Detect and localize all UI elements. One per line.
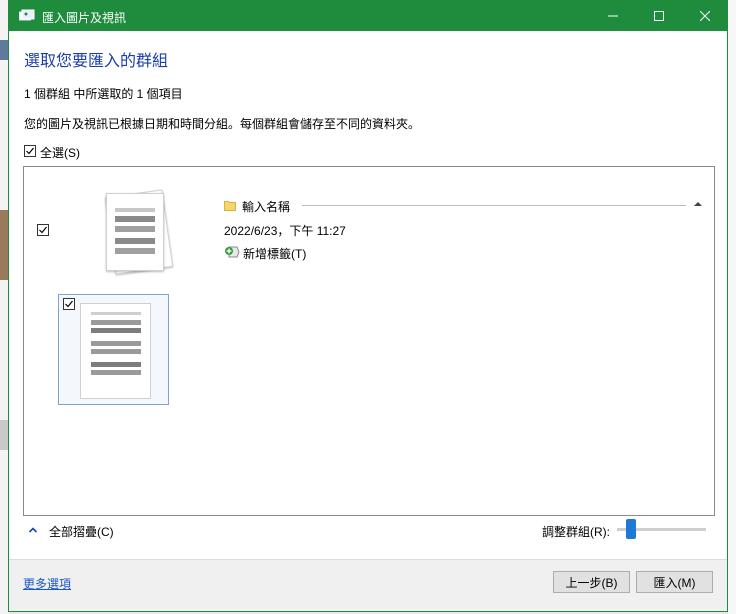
import-dialog: 匯入圖片及視訊 選取您要匯入的群組 1 個群組 中所選取的 1 個項目 您的圖片… — [8, 0, 728, 612]
folder-icon — [224, 201, 236, 211]
checkmark-icon — [26, 147, 34, 155]
slider-thumb[interactable] — [626, 519, 636, 539]
back-button[interactable]: 上一步(B) — [553, 571, 630, 593]
select-all-label: 全選(S) — [40, 146, 80, 160]
minimize-button[interactable] — [590, 1, 636, 31]
background-desktop-right — [727, 0, 736, 614]
minimize-icon — [608, 15, 618, 17]
more-options-link[interactable]: 更多選項 — [23, 575, 71, 592]
checkmark-icon — [65, 300, 73, 308]
window-title: 匯入圖片及視訊 — [42, 11, 127, 25]
group-preview-stack — [100, 187, 174, 275]
checkmark-icon — [39, 226, 47, 234]
group-name-input[interactable]: 輸入名稱 — [242, 198, 290, 215]
group-separator-line — [302, 205, 686, 206]
groups-list[interactable]: 輸入名稱 2022/6/23，下午 11:27 新增標籤(T) — [23, 166, 715, 516]
close-button[interactable] — [682, 1, 728, 31]
document-page-image — [80, 303, 151, 399]
photos-app-icon — [19, 9, 35, 21]
title-bar: 匯入圖片及視訊 — [9, 1, 727, 31]
item-checkbox[interactable] — [63, 298, 75, 310]
maximize-button[interactable] — [636, 1, 682, 31]
add-tag-link[interactable]: 新增標籤(T) — [243, 245, 306, 262]
selection-summary: 1 個群組 中所選取的 1 個項目 — [24, 87, 183, 101]
import-button[interactable]: 匯入(M) — [636, 571, 713, 593]
add-tag-icon — [225, 246, 240, 258]
grouping-description: 您的圖片及視訊已根據日期和時間分組。每個群組會儲存至不同的資料夾。 — [24, 117, 421, 131]
maximize-icon — [654, 11, 664, 21]
dialog-footer: 更多選項 上一步(B) 匯入(M) — [9, 559, 727, 611]
photo-thumbnail[interactable] — [58, 294, 169, 405]
collapse-group-icon[interactable] — [694, 201, 702, 207]
chevron-up-icon — [29, 527, 37, 533]
close-icon — [700, 11, 710, 21]
group-date: 2022/6/23，下午 11:27 — [224, 224, 346, 238]
collapse-all-label: 全部摺疊(C) — [49, 525, 114, 539]
background-desktop-left — [0, 0, 8, 614]
checkbox-box[interactable] — [24, 145, 36, 157]
adjust-groups-label: 調整群組(R): — [542, 525, 610, 539]
group-checkbox[interactable] — [37, 224, 49, 236]
page-heading: 選取您要匯入的群組 — [24, 53, 169, 70]
